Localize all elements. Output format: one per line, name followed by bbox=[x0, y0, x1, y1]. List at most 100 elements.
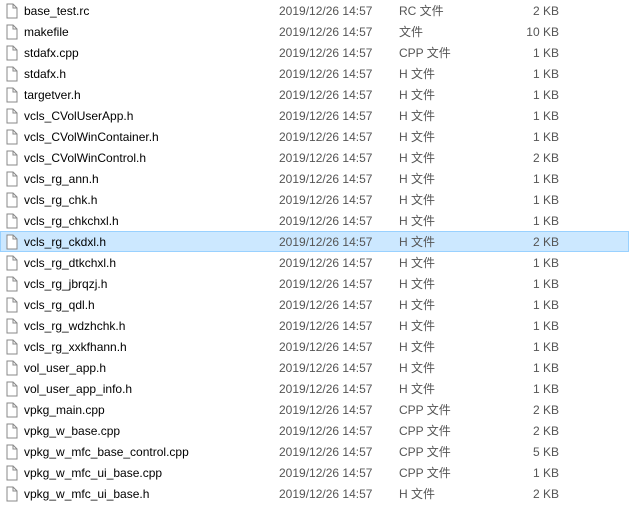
file-icon bbox=[4, 381, 20, 397]
file-date: 2019/12/26 14:57 bbox=[279, 382, 399, 396]
file-icon bbox=[4, 150, 20, 166]
file-icon bbox=[4, 234, 20, 250]
file-row[interactable]: vcls_rg_jbrqzj.h2019/12/26 14:57H 文件1 KB bbox=[0, 273, 629, 294]
file-icon bbox=[4, 45, 20, 61]
file-row[interactable]: vpkg_w_base.cpp2019/12/26 14:57CPP 文件2 K… bbox=[0, 420, 629, 441]
file-icon bbox=[4, 465, 20, 481]
file-date: 2019/12/26 14:57 bbox=[279, 214, 399, 228]
file-icon bbox=[4, 66, 20, 82]
file-date: 2019/12/26 14:57 bbox=[279, 193, 399, 207]
file-type: RC 文件 bbox=[399, 2, 489, 19]
file-type: CPP 文件 bbox=[399, 44, 489, 61]
file-date: 2019/12/26 14:57 bbox=[279, 109, 399, 123]
file-date: 2019/12/26 14:57 bbox=[279, 46, 399, 60]
file-icon bbox=[4, 213, 20, 229]
file-type: H 文件 bbox=[399, 128, 489, 145]
file-name: vpkg_w_base.cpp bbox=[24, 424, 279, 438]
file-size: 1 KB bbox=[489, 214, 579, 228]
file-row[interactable]: vcls_rg_chkchxl.h2019/12/26 14:57H 文件1 K… bbox=[0, 210, 629, 231]
file-size: 1 KB bbox=[489, 193, 579, 207]
file-row[interactable]: vpkg_w_mfc_ui_base.cpp2019/12/26 14:57CP… bbox=[0, 462, 629, 483]
file-date: 2019/12/26 14:57 bbox=[279, 340, 399, 354]
file-type: CPP 文件 bbox=[399, 464, 489, 481]
file-row[interactable]: vcls_CVolWinControl.h2019/12/26 14:57H 文… bbox=[0, 147, 629, 168]
file-icon bbox=[4, 276, 20, 292]
file-name: vcls_rg_wdzhchk.h bbox=[24, 319, 279, 333]
file-icon bbox=[4, 255, 20, 271]
file-icon bbox=[4, 45, 20, 61]
file-row[interactable]: vpkg_main.cpp2019/12/26 14:57CPP 文件2 KB bbox=[0, 399, 629, 420]
file-size: 2 KB bbox=[489, 487, 579, 501]
file-size: 1 KB bbox=[489, 277, 579, 291]
file-row[interactable]: vcls_rg_wdzhchk.h2019/12/26 14:57H 文件1 K… bbox=[0, 315, 629, 336]
file-name: vcls_CVolWinContainer.h bbox=[24, 130, 279, 144]
file-date: 2019/12/26 14:57 bbox=[279, 424, 399, 438]
file-icon bbox=[4, 444, 20, 460]
file-size: 2 KB bbox=[489, 235, 579, 249]
file-name: vcls_CVolWinControl.h bbox=[24, 151, 279, 165]
file-row[interactable]: targetver.h2019/12/26 14:57H 文件1 KB bbox=[0, 84, 629, 105]
file-name: vcls_rg_chkchxl.h bbox=[24, 214, 279, 228]
file-type: H 文件 bbox=[399, 212, 489, 229]
file-size: 1 KB bbox=[489, 298, 579, 312]
file-date: 2019/12/26 14:57 bbox=[279, 319, 399, 333]
file-date: 2019/12/26 14:57 bbox=[279, 256, 399, 270]
file-icon bbox=[4, 360, 20, 376]
file-icon bbox=[4, 339, 20, 355]
file-date: 2019/12/26 14:57 bbox=[279, 466, 399, 480]
file-icon bbox=[4, 423, 20, 439]
file-size: 2 KB bbox=[489, 403, 579, 417]
file-type: H 文件 bbox=[399, 191, 489, 208]
file-icon bbox=[4, 171, 20, 187]
file-row[interactable]: vol_user_app_info.h2019/12/26 14:57H 文件1… bbox=[0, 378, 629, 399]
file-icon bbox=[4, 297, 20, 313]
file-name: vol_user_app.h bbox=[24, 361, 279, 375]
file-row[interactable]: vcls_rg_qdl.h2019/12/26 14:57H 文件1 KB bbox=[0, 294, 629, 315]
file-row[interactable]: vol_user_app.h2019/12/26 14:57H 文件1 KB bbox=[0, 357, 629, 378]
file-type: H 文件 bbox=[399, 380, 489, 397]
file-type: H 文件 bbox=[399, 65, 489, 82]
file-row[interactable]: vcls_rg_chk.h2019/12/26 14:57H 文件1 KB bbox=[0, 189, 629, 210]
file-icon bbox=[4, 402, 20, 418]
file-type: H 文件 bbox=[399, 359, 489, 376]
file-row[interactable]: stdafx.h2019/12/26 14:57H 文件1 KB bbox=[0, 63, 629, 84]
file-name: vpkg_w_mfc_ui_base.cpp bbox=[24, 466, 279, 480]
file-row[interactable]: vcls_rg_ckdxl.h2019/12/26 14:57H 文件2 KB bbox=[0, 231, 629, 252]
file-size: 1 KB bbox=[489, 67, 579, 81]
file-name: vcls_rg_ckdxl.h bbox=[24, 235, 279, 249]
file-date: 2019/12/26 14:57 bbox=[279, 487, 399, 501]
file-name: vcls_rg_xxkfhann.h bbox=[24, 340, 279, 354]
file-type: CPP 文件 bbox=[399, 422, 489, 439]
file-row[interactable]: vcls_CVolWinContainer.h2019/12/26 14:57H… bbox=[0, 126, 629, 147]
file-row[interactable]: vpkg_w_mfc_base_control.cpp2019/12/26 14… bbox=[0, 441, 629, 462]
file-icon bbox=[4, 171, 20, 187]
file-size: 1 KB bbox=[489, 109, 579, 123]
file-size: 1 KB bbox=[489, 319, 579, 333]
file-row[interactable]: stdafx.cpp2019/12/26 14:57CPP 文件1 KB bbox=[0, 42, 629, 63]
file-row[interactable]: base_test.rc2019/12/26 14:57RC 文件2 KB bbox=[0, 0, 629, 21]
file-list[interactable]: base_test.rc2019/12/26 14:57RC 文件2 KB ma… bbox=[0, 0, 629, 504]
file-type: H 文件 bbox=[399, 170, 489, 187]
file-type: H 文件 bbox=[399, 317, 489, 334]
file-name: base_test.rc bbox=[24, 4, 279, 18]
file-icon bbox=[4, 192, 20, 208]
file-name: vcls_CVolUserApp.h bbox=[24, 109, 279, 123]
file-size: 1 KB bbox=[489, 361, 579, 375]
file-icon bbox=[4, 3, 20, 19]
file-icon bbox=[4, 108, 20, 124]
file-size: 1 KB bbox=[489, 172, 579, 186]
file-size: 1 KB bbox=[489, 46, 579, 60]
file-type: H 文件 bbox=[399, 233, 489, 250]
file-row[interactable]: vcls_CVolUserApp.h2019/12/26 14:57H 文件1 … bbox=[0, 105, 629, 126]
file-name: vcls_rg_dtkchxl.h bbox=[24, 256, 279, 270]
file-type: H 文件 bbox=[399, 254, 489, 271]
file-row[interactable]: vpkg_w_mfc_ui_base.h2019/12/26 14:57H 文件… bbox=[0, 483, 629, 504]
file-row[interactable]: makefile2019/12/26 14:57文件10 KB bbox=[0, 21, 629, 42]
file-icon bbox=[4, 213, 20, 229]
file-row[interactable]: vcls_rg_ann.h2019/12/26 14:57H 文件1 KB bbox=[0, 168, 629, 189]
file-date: 2019/12/26 14:57 bbox=[279, 88, 399, 102]
file-icon bbox=[4, 129, 20, 145]
file-row[interactable]: vcls_rg_xxkfhann.h2019/12/26 14:57H 文件1 … bbox=[0, 336, 629, 357]
file-icon bbox=[4, 234, 20, 250]
file-row[interactable]: vcls_rg_dtkchxl.h2019/12/26 14:57H 文件1 K… bbox=[0, 252, 629, 273]
